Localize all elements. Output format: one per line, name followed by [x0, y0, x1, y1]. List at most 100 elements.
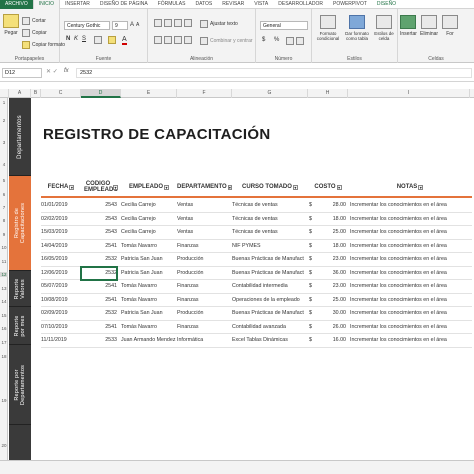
- cell-codigo[interactable]: 2543: [81, 199, 117, 212]
- cell-departamento[interactable]: Finanzas: [177, 321, 232, 334]
- header-notas[interactable]: NOTAS ▾: [348, 176, 472, 198]
- table-row[interactable]: 07/10/2019 2541 Tomás Navarro Finanzas Conta…: [41, 321, 472, 334]
- cell-curso[interactable]: Operaciones de la empleado: [232, 294, 306, 307]
- cell-moneda[interactable]: $: [309, 280, 317, 293]
- row-header[interactable]: 9: [0, 232, 8, 237]
- borders-button[interactable]: [94, 36, 102, 44]
- column-header-b[interactable]: B: [31, 89, 41, 98]
- cell-empleado[interactable]: Tomás Navarro: [121, 321, 177, 334]
- column-header-d[interactable]: D: [81, 89, 121, 98]
- cell-curso[interactable]: NIF PYMES: [232, 240, 306, 253]
- header-costo[interactable]: COSTO ▾: [308, 176, 348, 198]
- cell-moneda[interactable]: $: [309, 267, 317, 280]
- cell-costo[interactable]: 18.00: [317, 213, 346, 226]
- insert-button[interactable]: Insertar: [400, 15, 417, 37]
- tab-insertar[interactable]: INSERTAR: [60, 0, 95, 9]
- table-row[interactable]: 02/02/2019 2543 Cecilia Carrejo Ventas Técni…: [41, 213, 472, 226]
- cell-departamento[interactable]: Producción: [177, 307, 232, 320]
- cell-departamento[interactable]: Ventas: [177, 226, 232, 239]
- underline-button[interactable]: S: [82, 36, 86, 42]
- font-size-dropdown[interactable]: 9: [112, 21, 128, 30]
- cell-departamento[interactable]: Producción: [177, 253, 232, 266]
- side-tab-reporte-mes[interactable]: Reporte por mes: [9, 307, 31, 345]
- cell-codigo[interactable]: 2541: [81, 294, 117, 307]
- conditional-format-button[interactable]: Formato condicional: [316, 15, 340, 41]
- cell-moneda[interactable]: $: [309, 226, 317, 239]
- format-as-table-button[interactable]: Dar formato como tabla: [344, 15, 370, 41]
- worksheet[interactable]: REGISTRO DE CAPACITACIÓN FECHA ▾ CODIGO E…: [31, 98, 474, 460]
- tab-archivo[interactable]: ARCHIVO: [0, 0, 33, 9]
- cell-departamento[interactable]: Informática: [177, 334, 232, 347]
- row-header[interactable]: 10: [0, 245, 8, 250]
- row-header[interactable]: 7: [0, 205, 8, 210]
- cell-moneda[interactable]: $: [309, 294, 317, 307]
- row-header[interactable]: 11: [0, 259, 8, 264]
- column-header-g[interactable]: G: [232, 89, 308, 98]
- cell-costo[interactable]: 25.00: [317, 294, 346, 307]
- side-tab-reporte-departamentos[interactable]: Reporte por Departamentos: [9, 345, 31, 425]
- column-header-h[interactable]: H: [308, 89, 348, 98]
- tab-inicio[interactable]: INICIO: [32, 0, 61, 9]
- font-name-dropdown[interactable]: Century Gothic: [64, 21, 110, 30]
- cell-curso[interactable]: Buenas Prácticas de Manufact: [232, 267, 306, 280]
- row-header[interactable]: 18: [0, 354, 8, 359]
- cell-fecha[interactable]: 01/01/2019: [41, 199, 79, 212]
- cell-moneda[interactable]: $: [309, 334, 317, 347]
- cell-empleado[interactable]: Tomás Navarro: [121, 280, 177, 293]
- header-empleado[interactable]: EMPLEADO ▾: [121, 176, 177, 198]
- cell-empleado[interactable]: Tomás Navarro: [121, 294, 177, 307]
- row-header[interactable]: 19: [0, 398, 8, 403]
- tab-diseno[interactable]: DISEÑO: [372, 0, 401, 9]
- grow-font-button[interactable]: AA: [130, 22, 139, 28]
- name-box[interactable]: D12: [2, 68, 42, 78]
- align-top-buttons[interactable]: [154, 19, 192, 27]
- decimal-buttons[interactable]: [286, 37, 304, 45]
- cell-fecha[interactable]: 02/02/2019: [41, 213, 79, 226]
- cell-costo[interactable]: 25.00: [317, 226, 346, 239]
- filter-dropdown-icon[interactable]: ▾: [69, 184, 75, 190]
- tab-datos[interactable]: DATOS: [190, 0, 217, 9]
- cell-departamento[interactable]: Ventas: [177, 213, 232, 226]
- table-row[interactable]: 16/05/2019 2532 Patricia San Juan Producció…: [41, 253, 472, 267]
- cell-curso[interactable]: Técnicas de ventas: [232, 226, 306, 239]
- row-header[interactable]: 16: [0, 326, 8, 331]
- side-tab-registro[interactable]: Registro de Capacitaciones: [9, 176, 31, 271]
- cell-notas[interactable]: Incrementar los conocimientos en el área: [350, 199, 472, 212]
- table-row[interactable]: 11/11/2019 2533 Juan Armando Mendez Informá…: [41, 334, 472, 348]
- cell-codigo[interactable]: 2533: [81, 334, 117, 347]
- cell-fecha[interactable]: 07/10/2019: [41, 321, 79, 334]
- filter-dropdown-icon[interactable]: ▾: [418, 184, 424, 190]
- cell-notas[interactable]: Incrementar los conocimientos en el área: [350, 294, 472, 307]
- cell-codigo[interactable]: 2541: [81, 321, 117, 334]
- cell-costo[interactable]: 36.00: [317, 267, 346, 280]
- header-departamento[interactable]: DEPARTAMENTO ▾: [177, 176, 232, 198]
- side-tab-reporte-valores[interactable]: Reporte Valores: [9, 271, 31, 307]
- row-header[interactable]: 20: [0, 443, 8, 448]
- row-header-selected[interactable]: 12: [0, 272, 8, 277]
- cell-fecha[interactable]: 02/09/2019: [41, 307, 79, 320]
- merge-center-button[interactable]: Combinar y centrar: [200, 37, 253, 45]
- formula-input[interactable]: 2532: [76, 68, 472, 78]
- row-header[interactable]: 5: [0, 178, 8, 183]
- cell-costo[interactable]: 30.00: [317, 307, 346, 320]
- table-row[interactable]: 02/09/2019 2532 Patricia San Juan Producció…: [41, 307, 472, 321]
- table-row[interactable]: 10/08/2019 2541 Tomás Navarro Finanzas Opera…: [41, 294, 472, 307]
- cell-departamento[interactable]: Producción: [177, 267, 232, 280]
- header-fecha[interactable]: FECHA ▾: [41, 176, 81, 198]
- cell-empleado[interactable]: Cecilia Carrejo: [121, 226, 177, 239]
- cell-fecha[interactable]: 11/11/2019: [41, 334, 79, 347]
- cell-costo[interactable]: 23.00: [317, 280, 346, 293]
- cell-notas[interactable]: Incrementar los conocimientos en el área: [350, 307, 472, 320]
- cell-departamento[interactable]: Finanzas: [177, 294, 232, 307]
- row-header[interactable]: 13: [0, 286, 8, 291]
- tab-desarrollador[interactable]: DESARROLLADOR: [273, 0, 328, 9]
- cell-empleado[interactable]: Patricia San Juan: [121, 253, 177, 266]
- cell-costo[interactable]: 23.00: [317, 253, 346, 266]
- format-painter-button[interactable]: Copiar formato: [22, 41, 65, 49]
- cell-costo[interactable]: 16.00: [317, 334, 346, 347]
- tab-diseno-pagina[interactable]: DISEÑO DE PÁGINA: [95, 0, 153, 9]
- cell-costo[interactable]: 18.00: [317, 240, 346, 253]
- copy-button[interactable]: Copiar: [22, 29, 47, 37]
- cell-curso[interactable]: Buenas Prácticas de Manufact: [232, 253, 306, 266]
- table-row[interactable]: 01/01/2019 2543 Cecilia Carrejo Ventas Técni…: [41, 199, 472, 213]
